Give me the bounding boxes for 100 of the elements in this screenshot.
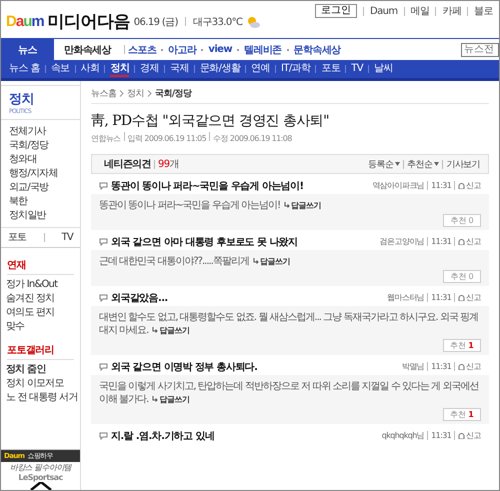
reply-link[interactable]: 답글쓰기: [260, 257, 290, 266]
comment-title: 외국 같으면 아마 대통령 후보로도 못 나왔지: [111, 236, 298, 248]
nav-item[interactable]: 날씨: [374, 61, 393, 77]
recommend-button[interactable]: 추천 0: [443, 270, 481, 283]
service-link[interactable]: 아고라: [168, 39, 196, 60]
weather: 대구33.0°C: [192, 16, 242, 28]
comment-author: 검은고양이님: [380, 236, 424, 247]
article-source: 연합뉴스: [91, 134, 121, 143]
comment-title: 똥관이 똥이나 퍼라~국민을 우습게 아는넘이!: [111, 180, 304, 192]
top-link[interactable]: 카페: [442, 4, 462, 18]
service-link[interactable]: 문학속세상: [294, 39, 341, 60]
sidebar-item[interactable]: TV: [62, 231, 73, 244]
recommend-button[interactable]: 추천 1: [443, 408, 481, 421]
service-name: 미디어다음: [48, 11, 130, 33]
search-field[interactable]: 뉴스전: [461, 42, 499, 56]
modified-time: 수정 2009.06.19 11:08: [213, 134, 292, 143]
nav-item[interactable]: 포토: [321, 61, 340, 77]
breadcrumb-link[interactable]: 정치: [127, 87, 144, 100]
report-icon: [458, 363, 466, 370]
recommend-button[interactable]: 추천 1: [443, 339, 481, 352]
login-button[interactable]: 로그인: [315, 4, 358, 18]
chevron-icon: [119, 90, 124, 97]
service-link[interactable]: 스포츠: [128, 39, 156, 60]
sidebar-item[interactable]: 국회/정당: [9, 139, 72, 152]
top-link[interactable]: 블로: [474, 4, 493, 18]
comment-author: 역삼아이파크님: [372, 180, 424, 191]
comment-text: 국민을 이렇게 사기치고, 탄압하는데 적반하장으로 저 따위 소리를 지껄일 수 있다는 게 외국에선 이해 불가다. 답글쓰기: [99, 380, 480, 406]
report-icon: [458, 182, 466, 189]
nav-item[interactable]: 연예: [251, 61, 270, 77]
nav-item[interactable]: IT/과학: [281, 61, 310, 77]
chevron-icon: [147, 90, 152, 97]
nav-item[interactable]: 속보: [50, 61, 70, 77]
sort-link[interactable]: 등록순: [368, 158, 394, 170]
comment-text: 근데 대한민국 대통이야??.....쪽팔리게 답글쓰기: [99, 255, 291, 268]
sidebar-item[interactable]: 여의도 편지: [6, 306, 75, 319]
comment-author: qkqhqkqh님: [382, 430, 424, 441]
section-title: 정치: [9, 91, 35, 108]
report-icon: [458, 238, 466, 245]
reply-arrow-icon: [252, 258, 259, 264]
nav-item[interactable]: 뉴스 홈: [9, 61, 40, 77]
breadcrumb-link[interactable]: 국회/정당: [155, 87, 192, 100]
sidebar-item[interactable]: 정치일반: [9, 209, 72, 222]
reply-arrow-icon: [152, 327, 158, 333]
nav-item[interactable]: 사회: [80, 61, 100, 77]
nav-item[interactable]: 정치: [110, 61, 130, 77]
logo[interactable]: Daum: [6, 13, 44, 30]
comment-title: 지.랄 .염.차.기하고 있네: [111, 430, 214, 442]
article-title: 靑, PD수첩 "외국같으면 경영진 총사퇴": [91, 112, 330, 130]
caret-icon: [395, 162, 400, 166]
report-icon: [458, 432, 466, 439]
comment-title: 외국 같으면 이명박 정부 총사퇴다.: [111, 360, 258, 374]
sidebar-item[interactable]: 북한: [9, 195, 72, 208]
sidebar-item[interactable]: 외교/국방: [9, 181, 72, 194]
sidebar-item[interactable]: 정치 이모저모: [6, 377, 75, 390]
sidebar-item[interactable]: 맞수: [6, 320, 75, 333]
top-link[interactable]: 메일: [410, 4, 430, 18]
report-link[interactable]: 신고: [466, 180, 481, 191]
comment-icon: [99, 294, 108, 302]
sidebar-item[interactable]: 전체기사: [9, 125, 72, 138]
sidebar-item[interactable]: 정가 In&Out: [6, 278, 75, 291]
reply-link[interactable]: 답글쓰기: [159, 326, 190, 335]
main-tab[interactable]: 뉴스: [1, 39, 54, 60]
report-icon: [458, 294, 466, 301]
nav-item[interactable]: 국제: [170, 61, 189, 77]
comment-time: 11:31: [431, 293, 452, 302]
top-link[interactable]: Daum: [370, 6, 398, 16]
caret-icon: [434, 162, 440, 166]
breadcrumb-link[interactable]: 뉴스홈: [91, 87, 116, 100]
sidebar-item[interactable]: 청와대: [9, 153, 72, 166]
report-link[interactable]: 신고: [466, 292, 481, 303]
nav-item[interactable]: TV: [351, 62, 364, 76]
comment-time: 11:31: [431, 362, 452, 371]
date: 06.19 (금): [134, 16, 178, 28]
sidebar-heading: 포토갤러리: [7, 343, 74, 360]
sort-link[interactable]: 추천순: [407, 158, 432, 170]
nav-item[interactable]: 문화/생활: [200, 61, 240, 77]
sidebar-item[interactable]: 숨겨진 정치: [6, 292, 75, 305]
report-link[interactable]: 신고: [466, 430, 481, 441]
comment-icon: [99, 182, 108, 190]
report-link[interactable]: 신고: [466, 236, 481, 247]
reply-link[interactable]: 답글쓰기: [291, 201, 322, 210]
comment-text: 대변인 할수도 없고, 대통령할수도 없죠. 뭘 새삼스럽게... 그냥 독재국가라고 하시구요. 외국 핑계대지 마세요. 답글쓰기: [99, 311, 480, 337]
sidebar-item[interactable]: 노 전 대통령 서거: [6, 391, 75, 404]
nav-item[interactable]: 경제: [140, 61, 160, 77]
recommend-button[interactable]: 추천 0: [443, 214, 481, 227]
comment-author: 박멸님: [402, 361, 424, 372]
service-link[interactable]: 텔레비존: [244, 39, 282, 60]
comment-time: 11:31: [431, 431, 452, 440]
sidebar-heading: 연재: [7, 258, 74, 275]
report-link[interactable]: 신고: [466, 361, 481, 372]
sidebar-item[interactable]: 정치 줌인: [6, 363, 75, 376]
service-link[interactable]: view: [208, 39, 232, 60]
reply-arrow-icon: [152, 396, 158, 402]
comment-time: 11:31: [431, 181, 452, 190]
sidebar-item[interactable]: 행정/지자체: [9, 167, 72, 180]
reply-link[interactable]: 답글쓰기: [159, 395, 190, 404]
sidebar-item[interactable]: 포토: [8, 231, 26, 244]
comment-text: 똥관이 똥이나 퍼라~국민을 우습게 아는넘이! 답글쓰기: [99, 199, 322, 212]
view-article-link[interactable]: 기사보기: [446, 158, 480, 170]
comments-label: 네티즌의견: [104, 158, 152, 171]
